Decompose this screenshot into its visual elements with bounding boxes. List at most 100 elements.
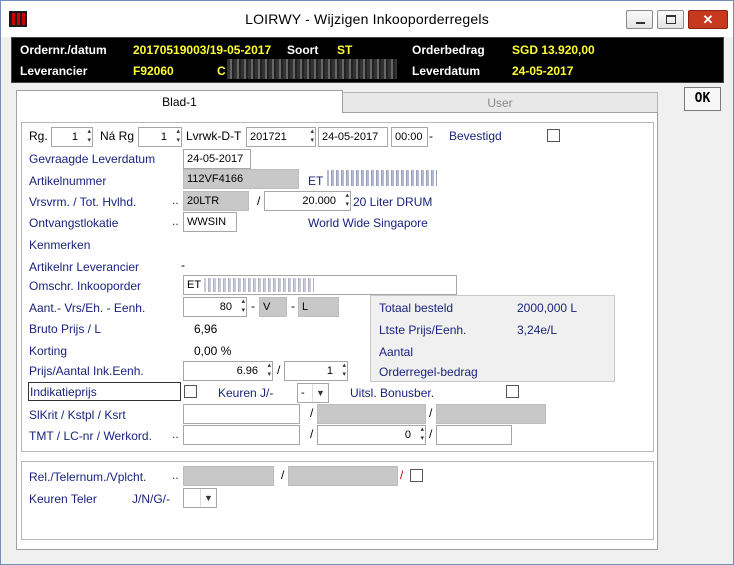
rg-label: Rg. [29, 129, 48, 143]
leverancier-name: C [217, 64, 226, 78]
bevestigd-checkbox[interactable] [547, 129, 560, 142]
prijs-aantal-label: Prijs/Aantal Ink.Eenh. [29, 364, 144, 378]
artikel-description: ET [308, 174, 324, 188]
aant-dash-1: - [251, 299, 255, 313]
bevestigd-label: Bevestigd [449, 129, 502, 143]
tmt-slash-1: / [310, 427, 314, 441]
lvrwk-label: Lvrwk-D-T [186, 129, 242, 143]
main-window: LOIRWY - Wijzigen Inkooporderregels ✕ Or… [0, 0, 734, 565]
rg-input[interactable]: 1 [51, 127, 93, 147]
keuren-select-value: - [301, 387, 305, 399]
slkrit-slash-1: / [310, 406, 314, 420]
vrsvrm-slash: / [257, 194, 261, 208]
indikatieprijs-label: Indikatieprijs [30, 385, 97, 399]
tab-blad-1[interactable]: Blad-1 [16, 90, 343, 113]
gevraagde-leverdatum-label: Gevraagde Leverdatum [29, 152, 156, 166]
slkrit-input[interactable] [183, 404, 300, 424]
uitsl-bonusber-label: Uitsl. Bonusber. [350, 386, 435, 400]
bruto-prijs-label: Bruto Prijs / L [29, 322, 102, 336]
leverancier-name-redacted [227, 59, 397, 79]
tmt-label: TMT / LC-nr / Werkord. [29, 429, 152, 443]
leverancier-label: Leverancier [20, 64, 88, 78]
window-title: LOIRWY - Wijzigen Inkooporderregels [245, 11, 489, 27]
close-icon: ✕ [702, 12, 714, 27]
minimize-button[interactable] [626, 10, 653, 29]
vplcht-checkbox[interactable] [410, 469, 423, 482]
totaal-besteld-label: Totaal besteld [379, 301, 454, 315]
maximize-icon [666, 15, 676, 24]
keuren-select[interactable]: - ▼ [297, 383, 329, 403]
leverancier-value: F92060 [133, 64, 174, 78]
bruto-prijs-value: 6,96 [194, 322, 218, 336]
omschr-inkooporder-label: Omschr. Inkooporder [29, 279, 142, 293]
order-summary-panel: Totaal besteld 2000,000 L Ltste Prijs/Ee… [370, 295, 615, 382]
tab-user[interactable]: User [342, 92, 658, 113]
minimize-icon [636, 22, 645, 24]
werkord-input[interactable] [436, 425, 512, 445]
na-rg-label: Ná Rg [100, 129, 135, 143]
telernum-input[interactable] [288, 466, 398, 486]
order-value: 20170519003/19-05-2017 [133, 43, 272, 57]
keuren-label: Keuren J/- [218, 386, 274, 400]
artikelnr-leverancier-value: - [181, 258, 185, 272]
tmt-slash-2: / [429, 427, 433, 441]
chevron-down-icon: ▼ [200, 489, 216, 507]
kstpl-input[interactable] [317, 404, 426, 424]
prijs-input[interactable]: 6.96 [183, 361, 273, 381]
orderbedrag-label: Orderbedrag [412, 43, 485, 57]
na-rg-input[interactable]: 1 [138, 127, 182, 147]
ltste-prijs-value: 3,24e/L [517, 323, 558, 337]
omschr-redacted [203, 278, 314, 293]
ltste-prijs-label: Ltste Prijs/Eenh. [379, 323, 467, 337]
leverdatum-label: Leverdatum [412, 64, 481, 78]
uitsl-bonusber-checkbox[interactable] [506, 385, 519, 398]
lvrwk-time-input[interactable]: 00:00 [391, 127, 428, 147]
gevraagde-leverdatum-input[interactable]: 24-05-2017 [183, 149, 251, 169]
ontvangstlokatie-input[interactable]: WWSIN [183, 212, 237, 232]
aantal-label: Aantal [379, 345, 414, 359]
vrs-eh-input[interactable]: V [259, 297, 287, 317]
slkrit-slash-2: / [429, 406, 433, 420]
aant-input[interactable]: 80 [183, 297, 247, 317]
artikelnummer-input[interactable]: 112VF4166 [183, 169, 299, 189]
artikel-description-redacted [327, 170, 437, 186]
maximize-button[interactable] [657, 10, 684, 29]
eenh-input[interactable]: L [298, 297, 339, 317]
prijs-aantal-input[interactable]: 1 [284, 361, 348, 381]
aant-dash-2: - [291, 299, 295, 313]
keuren-teler-options: J/N/G/- [132, 492, 170, 506]
keuren-teler-label: Keuren Teler [29, 492, 97, 506]
korting-label: Korting [29, 344, 68, 358]
vrsvrm-description: 20 Liter DRUM [353, 195, 433, 209]
rel-slash-1: / [281, 468, 285, 482]
omschr-inkooporder-input[interactable]: ET [183, 275, 457, 295]
tot-hvlhd-input[interactable]: 20.000 [264, 191, 351, 211]
tmt-input[interactable] [183, 425, 300, 445]
close-button[interactable]: ✕ [688, 10, 728, 29]
lvrwk-date-input[interactable]: 24-05-2017 [318, 127, 388, 147]
kenmerken-label: Kenmerken [29, 238, 91, 252]
lvrwk-input[interactable]: 201721 [246, 127, 316, 147]
chevron-down-icon: ▼ [312, 384, 328, 402]
ksrt-input[interactable] [436, 404, 546, 424]
ok-button[interactable]: OK [684, 87, 721, 111]
rel-input[interactable] [183, 466, 274, 486]
soort-label: Soort [287, 43, 319, 57]
orderregel-bedrag-label: Orderregel-bedrag [379, 365, 478, 379]
orderbedrag-value: SGD 13.920,00 [512, 43, 595, 57]
order-label: Ordernr./datum [20, 43, 107, 57]
title-bar: LOIRWY - Wijzigen Inkooporderregels ✕ [1, 1, 733, 37]
korting-value: 0,00 % [194, 344, 232, 358]
aant-label: Aant.- Vrs/Eh. - Eenh. [29, 301, 146, 315]
artikelnummer-label: Artikelnummer [29, 174, 107, 188]
totaal-besteld-value: 2000,000 L [517, 301, 578, 315]
rel-telernum-label: Rel./Telernum./Vplcht. [29, 470, 147, 484]
keuren-teler-select[interactable]: ▼ [183, 488, 217, 508]
omschr-inkooporder-text: ET [187, 279, 201, 291]
indikatieprijs-checkbox[interactable] [184, 385, 197, 398]
lc-nr-input[interactable]: 0 [317, 425, 426, 445]
lvrwk-dash: - [429, 129, 433, 143]
leverdatum-value: 24-05-2017 [512, 64, 574, 78]
vrsvrm-input[interactable]: 20LTR [183, 191, 249, 211]
slkrit-label: SlKrit / Kstpl / Ksrt [29, 408, 126, 422]
